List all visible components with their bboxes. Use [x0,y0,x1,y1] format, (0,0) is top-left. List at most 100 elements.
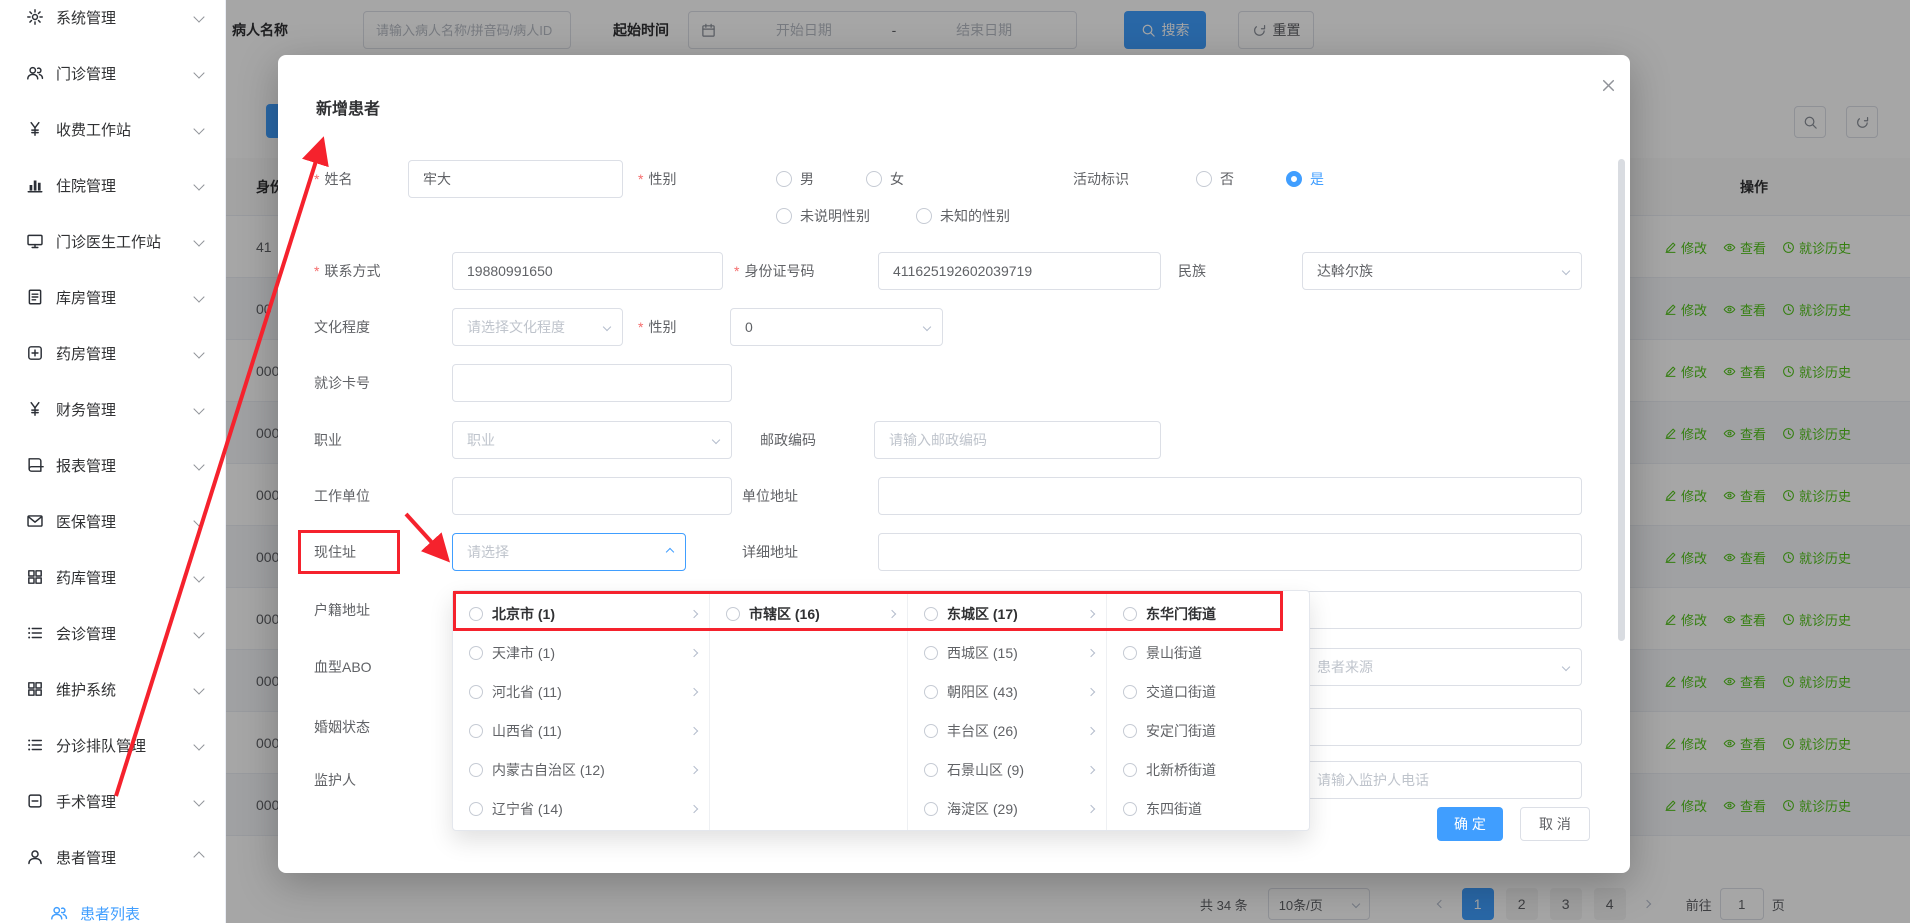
cascader-column: 北京市 (1) 天津市 (1) 河北省 (11) 山西省 (11) 内蒙古自治区… [453,591,710,830]
sidebar-item[interactable]: 收费工作站 [0,101,225,157]
cascader-option[interactable]: 朝阳区 (43) [908,672,1106,711]
close-icon[interactable] [1594,71,1622,99]
education-select[interactable]: 请选择文化程度 [452,308,623,346]
chevron-down-icon [1562,663,1570,671]
cascader-option[interactable]: 北京市 (1) [453,594,709,633]
cascader-option[interactable]: 北新桥街道 [1107,750,1311,789]
radio-icon[interactable] [1123,607,1137,621]
confirm-button[interactable]: 确 定 [1437,807,1503,841]
sidebar-item[interactable]: 维护系统 [0,661,225,717]
cascader-option[interactable]: 海淀区 (29) [908,789,1106,828]
sidebar-item[interactable]: 会诊管理 [0,605,225,661]
household-address-label: 户籍地址 [314,591,370,629]
cascader-option[interactable]: 安定门街道 [1107,711,1311,750]
cascader-option-label: 丰台区 (26) [947,721,1079,741]
cascader-option[interactable]: 景山街道 [1107,633,1311,672]
radio-icon[interactable] [924,763,938,777]
visit-card-input[interactable] [452,364,732,402]
cascader-option-label: 辽宁省 (14) [492,799,682,819]
gender-code-select[interactable]: 0 [730,308,943,346]
sidebar-item[interactable]: 门诊医生工作站 [0,213,225,269]
contact-input[interactable] [452,252,723,290]
sidebar-item[interactable]: 系统管理 [0,0,225,45]
radio-icon[interactable] [469,802,483,816]
chevron-right-icon [888,609,896,617]
sidebar-item[interactable]: 手术管理 [0,773,225,829]
sidebar-item[interactable]: 住院管理 [0,157,225,213]
gender-radio-unknown[interactable]: 未知的性别 [916,197,1010,235]
cascader-option[interactable]: 辽宁省 (14) [453,789,709,828]
sidebar-item[interactable]: 财务管理 [0,381,225,437]
cascader-option[interactable]: 天津市 (1) [453,633,709,672]
radio-icon[interactable] [924,607,938,621]
modal-scrollbar[interactable] [1618,159,1625,641]
patient-source-select[interactable]: 患者来源 [1302,648,1582,686]
radio-icon[interactable] [726,607,740,621]
radio-icon[interactable] [469,724,483,738]
cascader-option[interactable]: 东城区 (17) [908,594,1106,633]
work-unit-input[interactable] [452,477,732,515]
marital-status-right-input[interactable] [1302,708,1582,746]
cascader-option[interactable]: 山西省 (11) [453,711,709,750]
occupation-select[interactable]: 职业 [452,421,732,459]
sidebar-item[interactable]: 分诊排队管理 [0,717,225,773]
detail-address-input[interactable] [878,533,1582,571]
radio-icon[interactable] [1123,646,1137,660]
chevron-down-icon [923,323,931,331]
sidebar-item[interactable]: 药库管理 [0,549,225,605]
sidebar-subitem-active[interactable]: 患者列表 [0,885,225,923]
gender-radio-unstated[interactable]: 未说明性别 [776,197,870,235]
sidebar-item-label: 收费工作站 [56,119,195,140]
gender-radio-female[interactable]: 女 [866,160,904,198]
guardian-label: 监护人 [314,761,356,799]
radio-icon[interactable] [1123,802,1137,816]
sidebar-item[interactable]: 库房管理 [0,269,225,325]
sidebar-item[interactable]: 门诊管理 [0,45,225,101]
sidebar-item[interactable]: 药房管理 [0,325,225,381]
cascader-option[interactable]: 交道口街道 [1107,672,1311,711]
sidebar-item-label: 门诊医生工作站 [56,231,195,252]
current-address-select[interactable]: 请选择 [452,533,686,571]
radio-icon[interactable] [924,724,938,738]
name-input[interactable] [408,160,623,198]
sidebar-item[interactable]: 医保管理 [0,493,225,549]
contact-label: 联系方式 [314,252,380,290]
radio-icon[interactable] [469,763,483,777]
user-icon [26,848,44,866]
cascader-option[interactable]: 市辖区 (16) [710,594,907,633]
radio-icon[interactable] [1123,724,1137,738]
select-value: 0 [745,319,753,335]
gender-radio-male[interactable]: 男 [776,160,814,198]
sidebar-item[interactable]: 患者管理 [0,829,225,885]
current-address-label: 现住址 [314,533,356,571]
household-address-right-input[interactable] [1302,591,1582,629]
cascader-option[interactable]: 东四街道 [1107,789,1311,828]
postal-code-input[interactable] [874,421,1161,459]
radio-icon[interactable] [1123,685,1137,699]
radio-icon[interactable] [924,685,938,699]
cancel-button[interactable]: 取 消 [1520,807,1590,841]
cascader-option[interactable]: 内蒙古自治区 (12) [453,750,709,789]
radio-label: 女 [890,169,904,189]
radio-icon[interactable] [469,607,483,621]
address-cascader-dropdown: 北京市 (1) 天津市 (1) 河北省 (11) 山西省 (11) 内蒙古自治区… [452,590,1310,831]
guardian-phone-input[interactable] [1302,761,1582,799]
cascader-option-label: 交道口街道 [1146,682,1299,702]
cascader-option[interactable]: 石景山区 (9) [908,750,1106,789]
cascader-option[interactable]: 东华门街道 [1107,594,1311,633]
cascader-option[interactable]: 丰台区 (26) [908,711,1106,750]
radio-icon[interactable] [469,685,483,699]
active-flag-radio-yes[interactable]: 是 [1286,160,1324,198]
cascader-option[interactable]: 河北省 (11) [453,672,709,711]
sidebar-item[interactable]: 报表管理 [0,437,225,493]
id-number-input[interactable] [878,252,1161,290]
radio-icon[interactable] [469,646,483,660]
radio-icon[interactable] [1123,763,1137,777]
unit-address-input[interactable] [878,477,1582,515]
work-unit-label: 工作单位 [314,477,370,515]
cascader-option[interactable]: 西城区 (15) [908,633,1106,672]
radio-icon[interactable] [924,802,938,816]
active-flag-radio-no[interactable]: 否 [1196,160,1234,198]
ethnicity-select[interactable]: 达斡尔族 [1302,252,1582,290]
radio-icon[interactable] [924,646,938,660]
